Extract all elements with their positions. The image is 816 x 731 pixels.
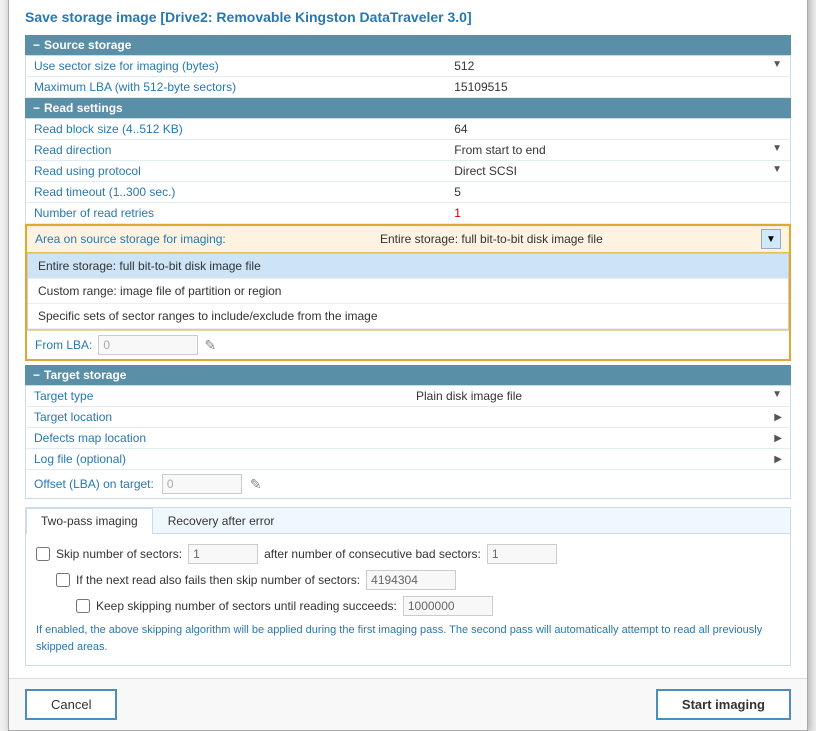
- area-label: Area on source storage for imaging:: [35, 232, 226, 246]
- main-content: Save storage image [Drive2: Removable Ki…: [9, 0, 807, 678]
- start-imaging-button[interactable]: Start imaging: [656, 689, 791, 720]
- info-text: If enabled, the above skipping algorithm…: [36, 622, 780, 655]
- sector-size-label: Use sector size for imaging (bytes): [26, 56, 447, 77]
- page-title: Save storage image [Drive2: Removable Ki…: [25, 9, 791, 25]
- after-value-input[interactable]: [487, 544, 557, 564]
- arrow-right-icon3[interactable]: ▶: [774, 454, 782, 465]
- read-direction-label: Read direction: [26, 140, 447, 161]
- offset-label: Offset (LBA) on target:: [34, 477, 154, 491]
- area-dropdown-header: Area on source storage for imaging: Enti…: [27, 226, 789, 253]
- table-row: Read direction From start to end ▼: [26, 140, 791, 161]
- section-minus-icon: −: [33, 38, 40, 52]
- arrow-right-icon[interactable]: ▶: [774, 412, 782, 423]
- table-row: Target type Plain disk image file ▼: [26, 386, 791, 407]
- edit-icon[interactable]: ✎: [204, 337, 216, 354]
- source-storage-table: Use sector size for imaging (bytes) 512 …: [25, 55, 791, 98]
- read-timeout-value: 5: [446, 182, 790, 203]
- keep-skipping-label: Keep skipping number of sectors until re…: [96, 599, 397, 613]
- log-file-label: Log file (optional): [26, 449, 409, 470]
- skip-sectors-input[interactable]: [188, 544, 258, 564]
- area-dropdown-container: Area on source storage for imaging: Enti…: [25, 224, 791, 361]
- from-lba-row: From LBA: ✎: [27, 330, 789, 359]
- table-row: Use sector size for imaging (bytes) 512 …: [26, 56, 791, 77]
- read-direction-value: From start to end ▼: [446, 140, 790, 161]
- read-retries-value: 1: [446, 203, 790, 224]
- arrow-right-icon2[interactable]: ▶: [774, 433, 782, 444]
- next-read-row: If the next read also fails then skip nu…: [56, 570, 780, 590]
- block-size-label: Read block size (4..512 KB): [26, 119, 447, 140]
- target-location-label: Target location: [26, 407, 409, 428]
- max-lba-label: Maximum LBA (with 512-byte sectors): [26, 77, 447, 98]
- source-storage-header: − Source storage: [25, 35, 791, 55]
- table-row: Defects map location ▶: [26, 428, 791, 449]
- max-lba-value: 15109515: [446, 77, 790, 98]
- tabs-container: Two-pass imaging Recovery after error Sk…: [25, 507, 791, 666]
- from-lba-input[interactable]: [98, 335, 198, 355]
- after-label: after number of consecutive bad sectors:: [264, 547, 481, 561]
- log-file-value: ▶: [408, 449, 791, 470]
- dropdown-arrow-icon2[interactable]: ▼: [772, 143, 782, 154]
- target-storage-header: − Target storage: [25, 365, 791, 385]
- keep-skipping-row: Keep skipping number of sectors until re…: [76, 596, 780, 616]
- keep-skipping-input[interactable]: [403, 596, 493, 616]
- dropdown-option-0[interactable]: Entire storage: full bit-to-bit disk ima…: [28, 254, 788, 279]
- skip-sectors-checkbox[interactable]: [36, 547, 50, 561]
- area-dropdown-button[interactable]: ▼: [761, 229, 781, 249]
- tab-recovery[interactable]: Recovery after error: [153, 508, 290, 533]
- target-type-label: Target type: [26, 386, 409, 407]
- sector-size-value: 512 ▼: [446, 56, 790, 77]
- next-read-input[interactable]: [366, 570, 456, 590]
- read-retries-label: Number of read retries: [26, 203, 447, 224]
- dropdown-arrow-icon[interactable]: ▼: [772, 59, 782, 70]
- read-protocol-label: Read using protocol: [26, 161, 447, 182]
- footer: Cancel Start imaging: [9, 678, 807, 730]
- offset-edit-icon[interactable]: ✎: [250, 476, 262, 493]
- tab-content-two-pass: Skip number of sectors: after number of …: [26, 534, 790, 665]
- offset-row: Offset (LBA) on target: ✎: [25, 470, 791, 499]
- area-dropdown-menu: Entire storage: full bit-to-bit disk ima…: [27, 253, 789, 330]
- target-location-value: ▶: [408, 407, 791, 428]
- table-row: Number of read retries 1: [26, 203, 791, 224]
- cancel-button[interactable]: Cancel: [25, 689, 117, 720]
- table-row: Read block size (4..512 KB) 64: [26, 119, 791, 140]
- table-row: Read timeout (1..300 sec.) 5: [26, 182, 791, 203]
- defects-map-label: Defects map location: [26, 428, 409, 449]
- dropdown-arrow-icon4[interactable]: ▼: [772, 389, 782, 400]
- skip-sectors-row: Skip number of sectors: after number of …: [36, 544, 780, 564]
- defects-map-value: ▶: [408, 428, 791, 449]
- read-settings-table: Read block size (4..512 KB) 64 Read dire…: [25, 118, 791, 224]
- tabs-header: Two-pass imaging Recovery after error: [26, 508, 790, 534]
- next-read-checkbox[interactable]: [56, 573, 70, 587]
- dropdown-arrow-icon3[interactable]: ▼: [772, 164, 782, 175]
- block-size-value: 64: [446, 119, 790, 140]
- table-row: Read using protocol Direct SCSI ▼: [26, 161, 791, 182]
- dropdown-option-1[interactable]: Custom range: image file of partition or…: [28, 279, 788, 304]
- table-row: Target location ▶: [26, 407, 791, 428]
- table-row: Maximum LBA (with 512-byte sectors) 1510…: [26, 77, 791, 98]
- target-type-value: Plain disk image file ▼: [408, 386, 791, 407]
- target-storage-table: Target type Plain disk image file ▼ Targ…: [25, 385, 791, 470]
- target-section: − Target storage Target type Plain disk …: [25, 365, 791, 499]
- keep-skipping-checkbox[interactable]: [76, 599, 90, 613]
- skip-sectors-label: Skip number of sectors:: [56, 547, 182, 561]
- section-minus-icon2: −: [33, 101, 40, 115]
- read-timeout-label: Read timeout (1..300 sec.): [26, 182, 447, 203]
- from-lba-label: From LBA:: [35, 338, 92, 352]
- section-minus-icon3: −: [33, 368, 40, 382]
- next-read-label: If the next read also fails then skip nu…: [76, 573, 360, 587]
- area-value: Entire storage: full bit-to-bit disk ima…: [380, 232, 603, 246]
- table-row: Log file (optional) ▶: [26, 449, 791, 470]
- main-window: Storage image × Save storage image [Driv…: [8, 0, 808, 731]
- read-protocol-value: Direct SCSI ▼: [446, 161, 790, 182]
- dropdown-option-2[interactable]: Specific sets of sector ranges to includ…: [28, 304, 788, 329]
- tab-two-pass[interactable]: Two-pass imaging: [26, 508, 153, 534]
- read-settings-header: − Read settings: [25, 98, 791, 118]
- offset-input[interactable]: [162, 474, 242, 494]
